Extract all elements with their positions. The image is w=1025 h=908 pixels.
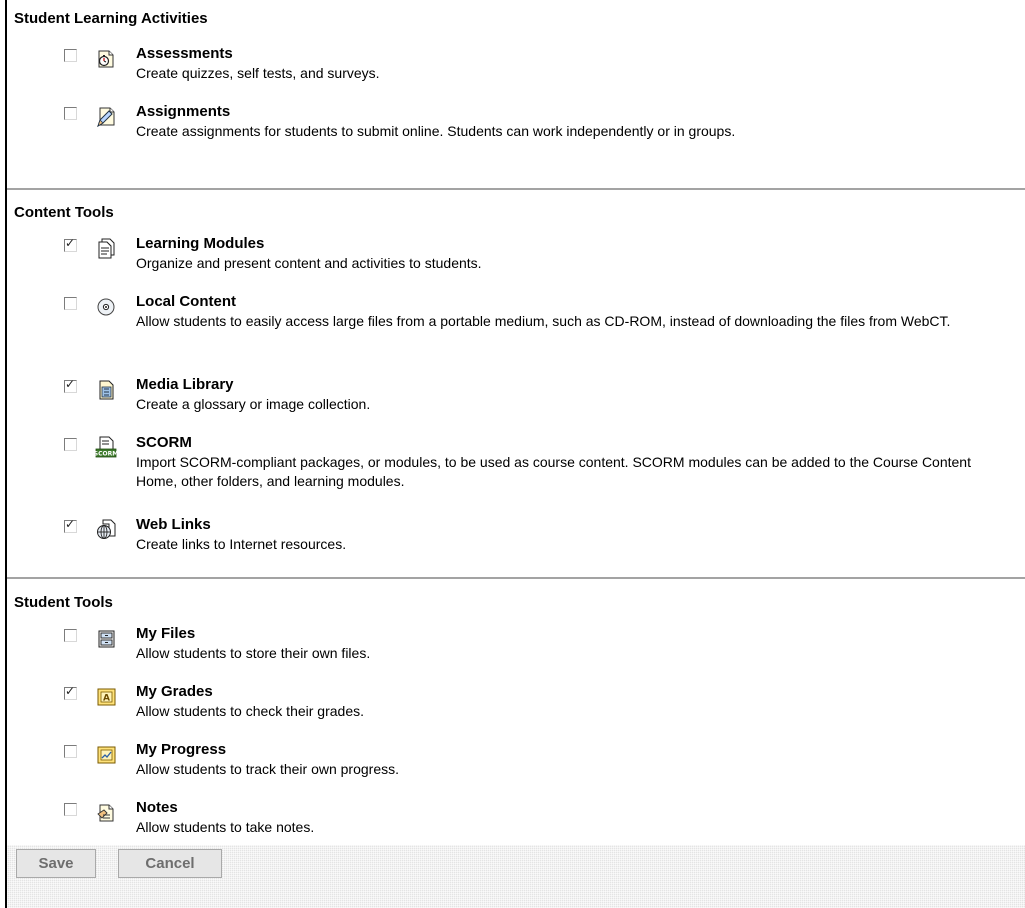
- grade-a-icon: A: [95, 685, 117, 707]
- progress-chart-icon: [95, 743, 117, 765]
- media-library-icon: [95, 378, 117, 400]
- cancel-button[interactable]: Cancel: [118, 849, 222, 878]
- tool-name: Notes: [136, 799, 178, 816]
- tool-description: Create assignments for students to submi…: [136, 123, 736, 139]
- tool-name: Assignments: [136, 103, 231, 120]
- tool-description: Allow students to store their own files.: [136, 645, 371, 661]
- assessments-checkbox[interactable]: [64, 49, 77, 62]
- tool-description: Allow students to check their grades.: [136, 703, 365, 719]
- tool-description: Create links to Internet resources.: [136, 536, 347, 552]
- learning-module-document-icon: [95, 237, 117, 259]
- scorm-checkbox[interactable]: [64, 438, 77, 451]
- section-title-student-learning-activities: Student Learning Activities: [14, 10, 208, 27]
- tool-name: Web Links: [136, 516, 211, 533]
- checkmark-icon: ✓: [65, 377, 76, 391]
- tool-description: Create quizzes, self tests, and surveys.: [136, 65, 380, 81]
- tool-description: Allow students to take notes.: [136, 819, 315, 835]
- section-title-student-tools: Student Tools: [14, 594, 113, 611]
- tool-name: Learning Modules: [136, 235, 265, 252]
- tool-description: Create a glossary or image collection.: [136, 396, 371, 412]
- assessment-stopwatch-icon: [95, 47, 117, 69]
- globe-link-icon: [95, 518, 117, 540]
- tool-name: SCORM: [136, 434, 192, 451]
- learning-modules-checkbox[interactable]: ✓: [64, 236, 77, 252]
- svg-text:A: A: [103, 694, 110, 704]
- notes-pencil-icon: [95, 801, 117, 823]
- my-progress-checkbox[interactable]: [64, 745, 77, 758]
- assignments-checkbox[interactable]: [64, 107, 77, 120]
- cd-rom-icon: [95, 295, 117, 317]
- tool-name: Media Library: [136, 376, 234, 393]
- web-links-checkbox[interactable]: ✓: [64, 517, 77, 533]
- tool-description: Import SCORM-compliant packages, or modu…: [136, 454, 971, 489]
- local-content-checkbox[interactable]: [64, 297, 77, 310]
- section-title-content-tools: Content Tools: [14, 204, 114, 221]
- tool-name: My Files: [136, 625, 196, 642]
- tool-description: Organize and present content and activit…: [136, 255, 482, 271]
- checkmark-icon: ✓: [65, 684, 76, 698]
- tools-panel: Student Learning Activities Assessments …: [7, 0, 1025, 908]
- my-grades-checkbox[interactable]: ✓: [64, 684, 77, 700]
- assignment-pencil-icon: [95, 105, 117, 128]
- tool-description: Allow students to track their own progre…: [136, 761, 400, 777]
- tool-description: Allow students to easily access large fi…: [136, 313, 951, 329]
- tool-name: Local Content: [136, 293, 236, 310]
- tool-name: Assessments: [136, 45, 233, 62]
- tool-settings-page: Student Learning Activities Assessments …: [0, 0, 1025, 908]
- scorm-package-icon: SCORM: [94, 436, 118, 458]
- my-files-checkbox[interactable]: [64, 629, 77, 642]
- checkmark-icon: ✓: [65, 236, 76, 250]
- button-bar: Save Cancel: [7, 845, 1025, 908]
- checkmark-icon: ✓: [65, 517, 76, 531]
- notes-checkbox[interactable]: [64, 803, 77, 816]
- save-button[interactable]: Save: [16, 849, 96, 878]
- file-cabinet-icon: [95, 627, 117, 649]
- section-divider: [7, 577, 1025, 579]
- tool-name: My Progress: [136, 741, 227, 758]
- svg-text:SCORM: SCORM: [95, 451, 117, 458]
- section-divider: [7, 188, 1025, 190]
- media-library-checkbox[interactable]: ✓: [64, 377, 77, 393]
- tool-name: My Grades: [136, 683, 213, 700]
